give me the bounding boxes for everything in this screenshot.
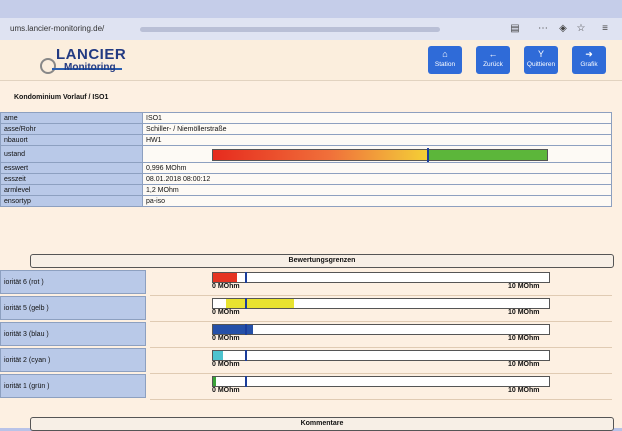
priority-label: iorität 6 (rot ) — [0, 270, 146, 294]
section-kommentare[interactable]: Kommentare — [30, 417, 614, 431]
arrow-left-icon: ← — [488, 49, 498, 59]
info-key: nbauort — [0, 134, 143, 146]
info-key: esswert — [0, 162, 143, 174]
priority-min: 0 MOhm — [212, 309, 240, 316]
pocket-icon[interactable]: ◈ — [556, 22, 570, 36]
priority-min: 0 MOhm — [212, 283, 240, 290]
info-row: ensortyp pa-iso — [0, 195, 612, 207]
priority-label: iorität 1 (grün ) — [0, 374, 146, 398]
lancier-logo: LANCIER Monitoring — [36, 46, 146, 76]
info-row: asse/Rohr Schiller- / Niemöllerstraße — [0, 123, 612, 135]
status-bar-wrap — [146, 146, 608, 162]
reader-view-icon[interactable]: ▤ — [508, 22, 522, 36]
priority-max: 10 MOhm — [508, 387, 540, 394]
info-row: esszeit 08.01.2018 08:00:12 — [0, 173, 612, 185]
browser-titlebar — [0, 0, 622, 18]
info-key: ame — [0, 112, 143, 124]
priority-max: 10 MOhm — [508, 361, 540, 368]
logo-text-bottom: Monitoring — [64, 62, 116, 73]
info-key: asse/Rohr — [0, 123, 143, 135]
info-row: nbauort HW1 — [0, 134, 612, 146]
priority-label: iorität 3 (blau ) — [0, 322, 146, 346]
status-bar-remainder — [428, 150, 547, 160]
menu-icon[interactable]: ≡ — [598, 22, 612, 36]
priority-label: iorität 5 (gelb ) — [0, 296, 146, 320]
priority-row: iorität 3 (blau ) 0 MOhm 10 MOhm — [0, 322, 612, 348]
url-text[interactable]: ums.lancier-monitoring.de/ — [10, 24, 104, 33]
priority-marker — [245, 376, 247, 387]
logo-text-top: LANCIER — [56, 46, 127, 63]
priority-row: iorität 2 (cyan ) 0 MOhm 10 MOhm — [0, 348, 612, 374]
info-key: ustand — [0, 145, 143, 163]
page-title: Kondominium Vorlauf / ISO1 — [14, 94, 109, 101]
status-cell — [142, 145, 612, 163]
graphic-button-label: Grafik — [580, 61, 598, 68]
arrow-right-icon: ➜ — [585, 49, 593, 59]
graphic-button[interactable]: ➜ Grafik — [572, 46, 606, 74]
page-header: LANCIER Monitoring ⌂ Station ← Zurück Y … — [0, 40, 622, 81]
info-value: 0,996 MOhm — [142, 162, 612, 174]
back-button[interactable]: ← Zurück — [476, 46, 510, 74]
acknowledge-icon: Y — [537, 49, 544, 59]
status-marker — [426, 148, 429, 162]
priority-marker — [245, 298, 247, 309]
priority-row: iorität 6 (rot ) 0 MOhm 10 MOhm — [0, 270, 612, 296]
priority-row: iorität 5 (gelb ) 0 MOhm 10 MOhm — [0, 296, 612, 322]
priority-min: 0 MOhm — [212, 335, 240, 342]
section-bewertungsgrenzen[interactable]: Bewertungsgrenzen — [30, 254, 614, 268]
priority-min: 0 MOhm — [212, 361, 240, 368]
info-value: pa-iso — [142, 195, 612, 207]
monitoring-page: LANCIER Monitoring ⌂ Station ← Zurück Y … — [0, 40, 622, 431]
info-row: armlevel 1,2 MOhm — [0, 184, 612, 196]
info-value: 08.01.2018 08:00:12 — [142, 173, 612, 185]
info-key: armlevel — [0, 184, 143, 196]
info-row: esswert 0,996 MOhm — [0, 162, 612, 174]
priority-fill — [213, 273, 237, 282]
station-button[interactable]: ⌂ Station — [428, 46, 462, 74]
info-key: esszeit — [0, 173, 143, 185]
info-value: HW1 — [142, 134, 612, 146]
priority-marker — [245, 350, 247, 361]
acknowledge-button-label: Quittieren — [526, 61, 556, 68]
info-row: ustand — [0, 145, 612, 163]
row-divider — [150, 399, 612, 400]
info-row: ame ISO1 — [0, 112, 612, 124]
priority-min: 0 MOhm — [212, 387, 240, 394]
address-bar[interactable]: ums.lancier-monitoring.de/ ▤ ⋯ ◈ ☆ ≡ — [0, 18, 622, 41]
info-value: 1,2 MOhm — [142, 184, 612, 196]
priority-marker — [245, 272, 247, 283]
priority-bar — [212, 272, 550, 283]
priority-fill — [213, 351, 224, 360]
priority-max: 10 MOhm — [508, 309, 540, 316]
url-path-blurred — [140, 27, 440, 32]
home-icon: ⌂ — [442, 49, 448, 59]
station-button-label: Station — [434, 61, 456, 68]
bookmark-star-icon[interactable]: ☆ — [574, 22, 588, 36]
priority-max: 10 MOhm — [508, 335, 540, 342]
info-key: ensortyp — [0, 195, 143, 207]
status-gradient-bar — [212, 148, 548, 162]
priority-fill — [226, 299, 294, 308]
priority-bar — [212, 376, 550, 387]
priority-bar — [212, 350, 550, 361]
priority-marker — [245, 324, 247, 335]
priority-row: iorität 1 (grün ) 0 MOhm 10 MOhm — [0, 374, 612, 400]
logo-circle-icon — [40, 58, 56, 74]
sensor-info-table: ame ISO1 asse/Rohr Schiller- / Niemöller… — [0, 112, 612, 207]
priority-fill — [213, 325, 254, 334]
back-button-label: Zurück — [483, 61, 503, 68]
info-value: Schiller- / Niemöllerstraße — [142, 123, 612, 135]
priority-max: 10 MOhm — [508, 283, 540, 290]
info-value: ISO1 — [142, 112, 612, 124]
priority-fill — [213, 377, 217, 386]
priority-bar — [212, 298, 550, 309]
priority-label: iorität 2 (cyan ) — [0, 348, 146, 372]
priority-bar — [212, 324, 550, 335]
more-actions-icon[interactable]: ⋯ — [536, 22, 550, 36]
acknowledge-button[interactable]: Y Quittieren — [524, 46, 558, 74]
